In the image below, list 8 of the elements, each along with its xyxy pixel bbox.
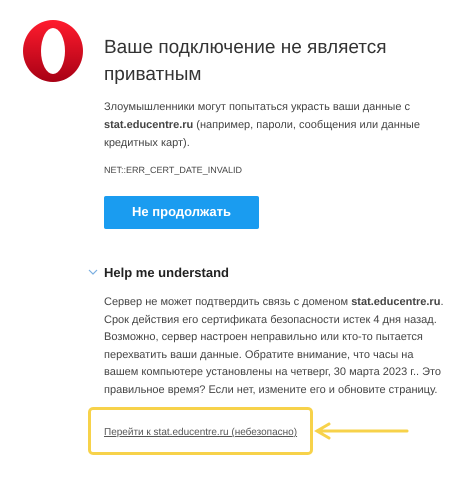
help-heading[interactable]: Help me understand (104, 262, 229, 282)
page-title: Ваше подключение не является приватным (104, 36, 388, 87)
proceed-link[interactable]: Перейти к stat.educentre.ru (небезопасно) (104, 427, 298, 438)
ring-logo-icon (20, 18, 86, 84)
warning-text: Злоумышленники могут попытаться украсть ваши данные с stat.educentre.ru (например, пароли, сообщения или данные кредитных карт). (104, 100, 421, 151)
error-code: NET::ERR_CERT_DATE_INVALID (104, 164, 244, 177)
chevron-icon[interactable] (88, 268, 98, 276)
details-text: Сервер не может подтвердить связь с доменом stat.educentre.ru. Срок действия его сертификата безопасности истек 4 дня назад. Возможно, сервер настроен неправильно или кто-то пытается перехватить ваши данные. Обратите внимание, что часы на вашем компьютере установлены на четверг, 30 марта 2023 г.. Это правильное время? Если нет, измените его и обновите страницу. (104, 295, 444, 398)
